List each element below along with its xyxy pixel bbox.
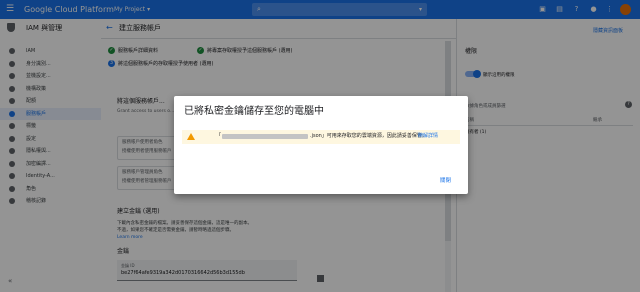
redacted-filename xyxy=(222,134,308,139)
notice-bracket: 「 xyxy=(216,133,222,139)
dialog-title: 已將私密金鑰儲存至您的電腦中 xyxy=(184,106,324,117)
notice-text: .json」可用來存取您的雲端資源，因此請妥善保管。 xyxy=(310,133,427,139)
key-saved-dialog: 已將私密金鑰儲存至您的電腦中 「 .json」可用來存取您的雲端資源，因此請妥善… xyxy=(174,96,468,194)
warning-icon xyxy=(187,133,195,140)
close-button[interactable]: 關閉 xyxy=(440,176,451,184)
learn-more-link[interactable]: 瞭解詳情 xyxy=(418,133,438,140)
warning-notice: 「 .json」可用來存取您的雲端資源，因此請妥善保管。 瞭解詳情 xyxy=(182,130,460,144)
